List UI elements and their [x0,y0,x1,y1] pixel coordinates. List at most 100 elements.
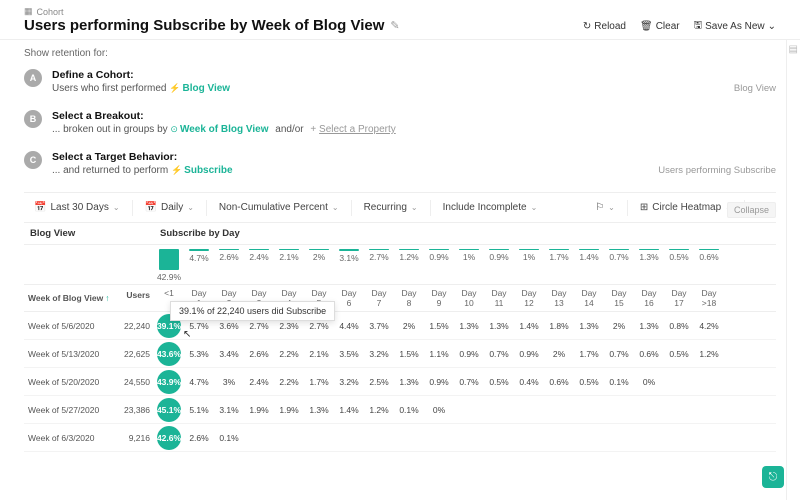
panel-icon[interactable]: ▤ [789,44,799,54]
day-header[interactable]: Day14 [574,285,604,311]
cell[interactable]: 45.1% [154,398,184,422]
step-a-event[interactable]: Blog View [182,83,230,94]
day-header[interactable]: Day12 [514,285,544,311]
cell[interactable]: 0.1% [394,405,424,415]
cell[interactable]: 3% [214,377,244,387]
cell[interactable]: 1.5% [394,349,424,359]
cell[interactable]: 0.7% [484,349,514,359]
cell[interactable]: 2.1% [304,349,334,359]
save-as-new-button[interactable]: 🖫 Save As New ⌄ [694,18,776,35]
cell[interactable]: 0.1% [604,377,634,387]
cell[interactable]: 1.1% [424,349,454,359]
cell[interactable]: 2.3% [274,321,304,331]
cell[interactable]: 0.5% [664,349,694,359]
cell[interactable]: 2.7% [304,321,334,331]
breadcrumb[interactable]: ▦ Cohort [24,6,400,17]
cell[interactable]: 1.7% [304,377,334,387]
cell[interactable]: 0.7% [604,349,634,359]
cell[interactable]: 0.6% [544,377,574,387]
cell[interactable]: 2.2% [274,349,304,359]
cell[interactable]: 2% [544,349,574,359]
select-property-link[interactable]: Select a Property [319,124,396,135]
day-header[interactable]: Day17 [664,285,694,311]
heatmap-picker[interactable]: ⊞ Circle Heatmap ⌄ [636,199,736,216]
day-header[interactable]: Day6 [334,285,364,311]
cell[interactable]: 0% [634,377,664,387]
cell[interactable]: 2% [604,321,634,331]
cell[interactable]: 3.7% [364,321,394,331]
cell[interactable]: 1.2% [694,349,724,359]
cell[interactable]: 0.9% [514,349,544,359]
cell[interactable]: 1.3% [304,405,334,415]
cell[interactable]: 3.2% [364,349,394,359]
cell[interactable]: 1.7% [574,349,604,359]
cell[interactable]: 43.6% [154,342,184,366]
reload-button[interactable]: ↻ Reload [583,21,626,32]
cell[interactable]: 1.5% [424,321,454,331]
step-c-event[interactable]: Subscribe [184,165,232,176]
percent-mode-picker[interactable]: Non-Cumulative Percent ⌄ [215,199,343,216]
day-header[interactable]: Day>18 [694,285,724,311]
cell[interactable]: 5.3% [184,349,214,359]
cell[interactable]: 0.9% [454,349,484,359]
cell[interactable]: 4.2% [694,321,724,331]
cell[interactable]: 2.6% [244,349,274,359]
cell[interactable]: 5.7% [184,321,214,331]
recurring-picker[interactable]: Recurring ⌄ [360,199,422,216]
step-b-event[interactable]: Week of Blog View [180,124,269,135]
cell[interactable]: 2% [394,321,424,331]
include-incomplete-picker[interactable]: Include Incomplete ⌄ [439,199,542,216]
edit-icon[interactable]: ✎ [390,19,399,32]
cell[interactable]: 1.4% [514,321,544,331]
cell[interactable]: 1.9% [244,405,274,415]
collapse-button[interactable]: Collapse [727,202,776,218]
cell[interactable]: 0.8% [664,321,694,331]
cell[interactable]: 2.6% [184,433,214,443]
cell[interactable]: 0.9% [424,377,454,387]
cell[interactable]: 1.8% [544,321,574,331]
cell[interactable]: 2.7% [244,321,274,331]
cell[interactable]: 3.6% [214,321,244,331]
cell[interactable]: 0.5% [574,377,604,387]
day-header[interactable]: Day9 [424,285,454,311]
cell[interactable]: 1.9% [274,405,304,415]
cell[interactable]: 0% [424,405,454,415]
cell[interactable]: 1.4% [334,405,364,415]
sort-up-icon[interactable]: ↑ [105,293,109,303]
cell[interactable]: 2.5% [364,377,394,387]
cell[interactable]: 3.2% [334,377,364,387]
cell[interactable]: 1.3% [634,321,664,331]
day-header[interactable]: Day13 [544,285,574,311]
bookmark-button[interactable]: ⚐ ⌄ [591,199,619,216]
week-col-header[interactable]: Week of Blog View [28,293,103,303]
cell[interactable]: 0.6% [634,349,664,359]
interval-picker[interactable]: 📅 Daily ⌄ [141,199,198,216]
cell[interactable]: 3.4% [214,349,244,359]
cell[interactable]: 1.3% [394,377,424,387]
cell[interactable]: 1.2% [364,405,394,415]
cell[interactable]: 3.5% [334,349,364,359]
cell[interactable]: 5.1% [184,405,214,415]
cell[interactable]: 0.7% [454,377,484,387]
cell[interactable]: 2.4% [244,377,274,387]
cell[interactable]: 1.3% [484,321,514,331]
cell[interactable]: 0.1% [214,433,244,443]
users-col-header[interactable]: Users [114,285,154,311]
day-header[interactable]: Day10 [454,285,484,311]
cell[interactable]: 1.3% [454,321,484,331]
cell[interactable]: 0.4% [514,377,544,387]
cell[interactable]: 4.7% [184,377,214,387]
day-header[interactable]: Day11 [484,285,514,311]
cell[interactable]: 0.5% [484,377,514,387]
clear-button[interactable]: 🗑 Clear [640,21,680,32]
cell[interactable]: 1.3% [574,321,604,331]
cell[interactable]: 3.1% [214,405,244,415]
day-header[interactable]: Day16 [634,285,664,311]
cell[interactable]: 4.4% [334,321,364,331]
day-header[interactable]: Day7 [364,285,394,311]
cell[interactable]: 42.6% [154,426,184,450]
date-range-picker[interactable]: 📅 Last 30 Days ⌄ [30,199,124,216]
export-fab[interactable]: ⎋ [762,466,784,488]
cell[interactable]: 2.2% [274,377,304,387]
day-header[interactable]: Day15 [604,285,634,311]
